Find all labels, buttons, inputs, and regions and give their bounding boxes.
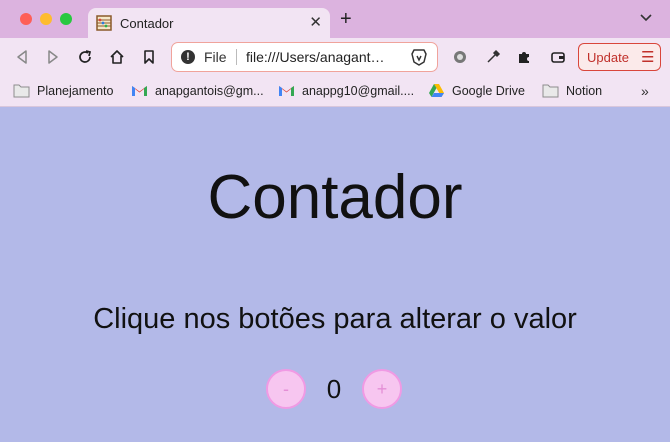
google-drive-icon xyxy=(429,84,444,97)
tab-close-icon[interactable]: ✕ xyxy=(309,13,322,31)
menu-icon: ☰ xyxy=(641,49,655,66)
bookmark-label: Notion xyxy=(566,84,603,98)
back-icon[interactable] xyxy=(14,49,30,65)
gmail-icon xyxy=(279,86,294,96)
extensions-icon[interactable] xyxy=(516,49,532,65)
home-icon[interactable] xyxy=(109,49,125,65)
eyedropper-icon[interactable] xyxy=(485,49,501,65)
bookmarks-bar: Planejamento anapgantois@gm... anappg10@… xyxy=(0,77,670,107)
forward-icon[interactable] xyxy=(45,49,61,65)
bookmark-label: Planejamento xyxy=(37,84,114,98)
rewards-icon[interactable] xyxy=(452,49,468,65)
folder-icon xyxy=(13,84,30,98)
update-button-label: Update xyxy=(587,50,629,65)
bookmark-label: anapgantois@gm... xyxy=(155,84,264,98)
gmail-icon xyxy=(132,86,147,96)
update-button[interactable]: Update ☰ xyxy=(578,43,661,71)
tab-title: Contador xyxy=(120,16,174,31)
close-window-button[interactable] xyxy=(20,13,32,25)
url-scheme-label: File xyxy=(204,49,227,65)
page-subtitle: Clique nos botões para alterar o valor xyxy=(93,303,577,335)
tab-strip: Contador ✕ + xyxy=(0,0,670,38)
counter-value: 0 xyxy=(326,374,342,404)
abacus-icon xyxy=(96,15,112,31)
new-tab-icon[interactable]: + xyxy=(340,9,352,29)
url-text[interactable]: file:///Users/anagantois/ xyxy=(246,49,392,65)
increment-button[interactable]: + xyxy=(362,369,402,409)
bookmark-label: anappg10@gmail.... xyxy=(302,84,415,98)
brave-shields-icon[interactable] xyxy=(410,48,428,66)
browser-toolbar: ! File file:///Users/anagantois/ Update … xyxy=(0,38,670,77)
site-info-icon[interactable]: ! xyxy=(181,50,195,64)
wallet-icon[interactable] xyxy=(550,49,566,65)
more-bookmarks-icon[interactable]: » xyxy=(641,83,649,99)
tab-contador[interactable]: Contador ✕ xyxy=(88,8,330,38)
bookmark-label: Google Drive xyxy=(452,84,525,98)
decrement-button[interactable]: - xyxy=(266,369,306,409)
chevron-down-icon[interactable] xyxy=(640,14,652,22)
folder-icon xyxy=(542,84,559,98)
page-title: Contador xyxy=(207,163,463,232)
page-content: Contador Clique nos botões para alterar … xyxy=(0,107,670,442)
minimize-window-button[interactable] xyxy=(40,13,52,25)
address-bar[interactable]: ! File file:///Users/anagantois/ xyxy=(171,42,438,72)
zoom-window-button[interactable] xyxy=(60,13,72,25)
bookmark-icon[interactable] xyxy=(141,49,157,65)
reload-icon[interactable] xyxy=(77,49,93,65)
url-separator xyxy=(236,49,237,65)
